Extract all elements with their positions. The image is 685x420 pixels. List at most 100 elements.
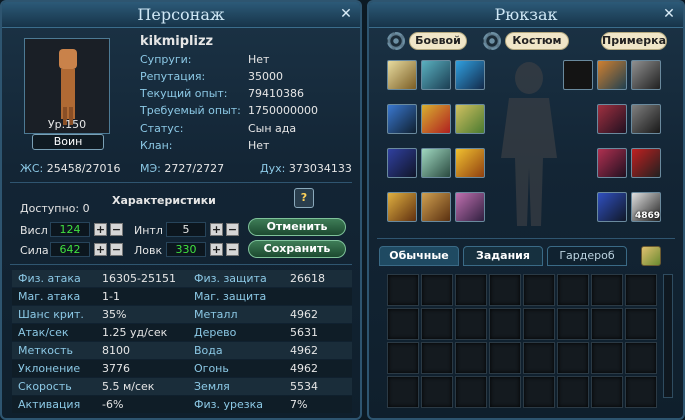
tab-wardrobe[interactable]: Гардероб bbox=[547, 246, 627, 266]
equip-slot-book[interactable] bbox=[455, 104, 485, 134]
equip-slot-mount[interactable] bbox=[631, 148, 661, 178]
agility-plus-button[interactable]: + bbox=[210, 243, 223, 256]
divider bbox=[377, 238, 675, 239]
equip-slot-ammo[interactable]: 4869 bbox=[631, 192, 661, 222]
inventory-cell[interactable] bbox=[387, 376, 419, 408]
close-icon[interactable]: ✕ bbox=[661, 6, 677, 22]
inventory-cell[interactable] bbox=[625, 376, 657, 408]
inventory-cell[interactable] bbox=[591, 376, 623, 408]
inventory-cell[interactable] bbox=[421, 376, 453, 408]
close-icon[interactable]: ✕ bbox=[338, 6, 354, 22]
inventory-cell[interactable] bbox=[557, 274, 589, 306]
inventory-cell[interactable] bbox=[455, 376, 487, 408]
inventory-cell[interactable] bbox=[523, 274, 555, 306]
stat-label: Активация bbox=[18, 398, 81, 411]
inventory-cell[interactable] bbox=[625, 274, 657, 306]
equip-slot-belt[interactable] bbox=[597, 148, 627, 178]
tab-costume[interactable]: Костюм bbox=[505, 32, 569, 50]
inventory-cell[interactable] bbox=[523, 342, 555, 374]
info-row-status: Статус: Сын ада bbox=[140, 122, 296, 135]
stat-value: 35% bbox=[102, 308, 127, 321]
inventory-cell[interactable] bbox=[557, 376, 589, 408]
inventory-cell[interactable] bbox=[557, 342, 589, 374]
character-title-bar: Персонаж ✕ bbox=[2, 2, 360, 28]
equip-slot-boots[interactable] bbox=[387, 148, 417, 178]
equip-slot-gloves[interactable] bbox=[631, 104, 661, 134]
inventory-cell[interactable] bbox=[489, 308, 521, 340]
tab-combat[interactable]: Боевой bbox=[409, 32, 467, 50]
inventory-grid bbox=[387, 274, 659, 416]
inventory-cell[interactable] bbox=[455, 274, 487, 306]
equip-slot-scroll[interactable] bbox=[387, 60, 417, 90]
inventory-cell[interactable] bbox=[489, 376, 521, 408]
attr-value-agility: 330 bbox=[166, 242, 206, 257]
inventory-cell[interactable] bbox=[523, 308, 555, 340]
equip-slot-cape[interactable] bbox=[387, 104, 417, 134]
stat-label: Атак/сек bbox=[18, 326, 69, 339]
info-label: Супруги: bbox=[140, 53, 192, 66]
save-button[interactable]: Сохранить bbox=[248, 240, 346, 258]
inventory-cell[interactable] bbox=[421, 342, 453, 374]
character-panel-title: Персонаж bbox=[137, 5, 225, 24]
info-label: Статус: bbox=[140, 122, 184, 135]
equip-slot-orb[interactable] bbox=[455, 60, 485, 90]
inventory-cell[interactable] bbox=[489, 342, 521, 374]
inventory-scrollbar[interactable] bbox=[663, 274, 673, 398]
hp-display: ЖС: 25458/27016 bbox=[20, 162, 120, 175]
inventory-cell[interactable] bbox=[455, 308, 487, 340]
cancel-button[interactable]: Отменить bbox=[248, 218, 346, 236]
inventory-cell[interactable] bbox=[591, 274, 623, 306]
strength-plus-button[interactable]: + bbox=[94, 243, 107, 256]
vitality-minus-button[interactable]: − bbox=[110, 223, 123, 236]
equip-slot-ring[interactable] bbox=[387, 192, 417, 222]
inventory-cell[interactable] bbox=[523, 376, 555, 408]
attr-value-vitality: 124 bbox=[50, 222, 90, 237]
equip-slot-pet[interactable] bbox=[455, 192, 485, 222]
equip-slot-ring[interactable] bbox=[421, 192, 451, 222]
tab-quests[interactable]: Задания bbox=[463, 246, 543, 266]
inventory-cell[interactable] bbox=[625, 342, 657, 374]
help-button[interactable]: ? bbox=[294, 188, 314, 208]
agility-minus-button[interactable]: − bbox=[226, 243, 239, 256]
intellect-plus-button[interactable]: + bbox=[210, 223, 223, 236]
inventory-cell[interactable] bbox=[591, 308, 623, 340]
inventory-cell[interactable] bbox=[591, 342, 623, 374]
info-label: Репутация: bbox=[140, 70, 206, 83]
equip-slot-pouch[interactable] bbox=[455, 148, 485, 178]
stats-row: Шанс крит. 35% Металл 4962 bbox=[12, 306, 352, 323]
stat-label: Маг. атака bbox=[18, 290, 81, 303]
inventory-cell[interactable] bbox=[625, 308, 657, 340]
equip-slot-weapon[interactable] bbox=[597, 60, 627, 90]
intellect-minus-button[interactable]: − bbox=[226, 223, 239, 236]
tab-regular[interactable]: Обычные bbox=[379, 246, 459, 266]
inventory-cell[interactable] bbox=[387, 274, 419, 306]
tab-fitting[interactable]: Примерка bbox=[601, 32, 667, 50]
equip-slot-rune[interactable] bbox=[421, 60, 451, 90]
equip-slot-armor[interactable] bbox=[597, 104, 627, 134]
equip-slot-empty[interactable] bbox=[563, 60, 593, 90]
inventory-cell[interactable] bbox=[489, 274, 521, 306]
stat-label: Земля bbox=[194, 380, 230, 393]
info-row-required-exp: Требуемый опыт: 1750000000 bbox=[140, 104, 318, 117]
attr-label-intellect: Интл bbox=[134, 224, 163, 237]
character-level: Ур.150 bbox=[47, 118, 87, 131]
vitality-plus-button[interactable]: + bbox=[94, 223, 107, 236]
info-value: Сын ада bbox=[248, 122, 297, 135]
strength-minus-button[interactable]: − bbox=[110, 243, 123, 256]
spirit-display: Дух: 373034133 bbox=[260, 162, 352, 175]
sort-icon[interactable] bbox=[641, 246, 661, 266]
available-points: Доступно: 0 bbox=[20, 202, 90, 215]
inventory-cell[interactable] bbox=[421, 308, 453, 340]
inventory-cell[interactable] bbox=[387, 342, 419, 374]
inventory-cell[interactable] bbox=[557, 308, 589, 340]
inventory-cell[interactable] bbox=[421, 274, 453, 306]
equip-slot-flag[interactable] bbox=[421, 104, 451, 134]
attr-value-intellect: 5 bbox=[166, 222, 206, 237]
equip-slot-leggings[interactable] bbox=[597, 192, 627, 222]
inventory-cell[interactable] bbox=[455, 342, 487, 374]
stat-value: 5631 bbox=[290, 326, 318, 339]
info-label: Требуемый опыт: bbox=[140, 104, 241, 117]
inventory-cell[interactable] bbox=[387, 308, 419, 340]
equip-slot-horn[interactable] bbox=[631, 60, 661, 90]
equip-slot-amulet[interactable] bbox=[421, 148, 451, 178]
